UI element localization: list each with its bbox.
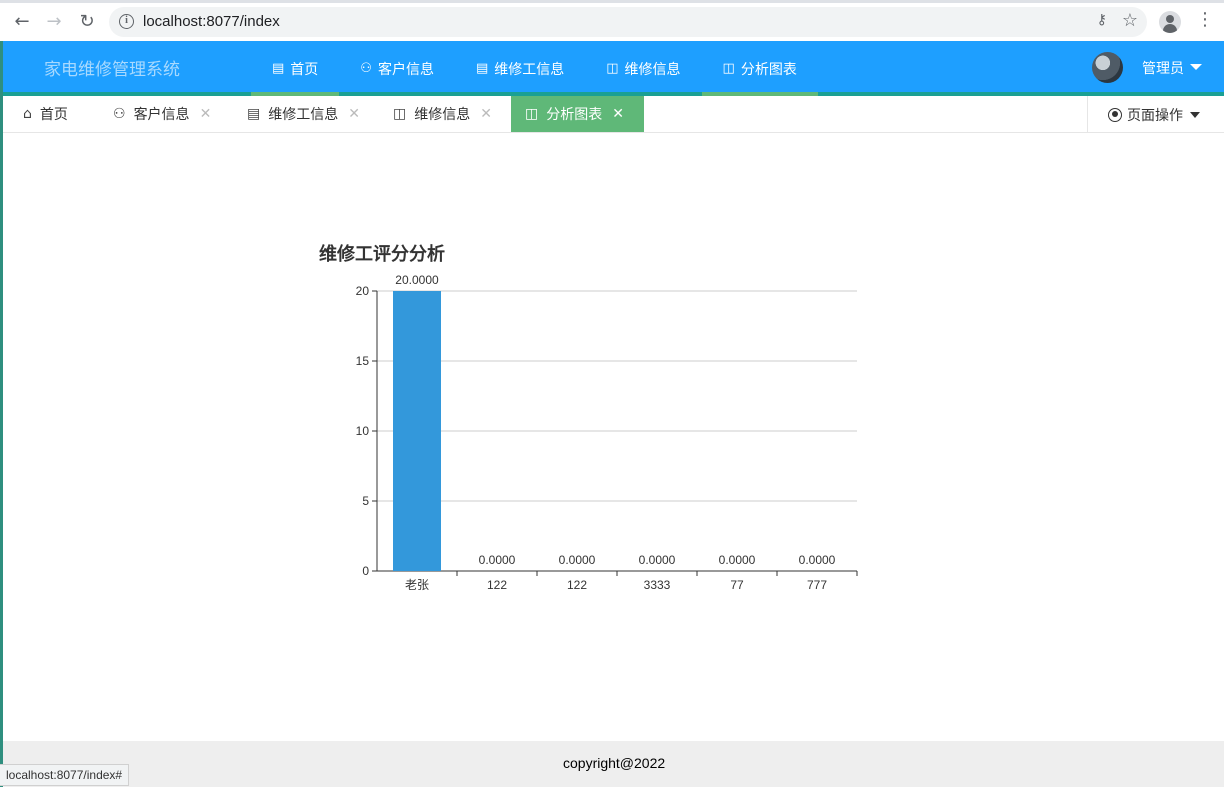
page-ops-button[interactable]: 页面操作 (1087, 96, 1224, 133)
tab-repairs[interactable]: ◫ 维修信息 ✕ (393, 96, 492, 132)
tab-customers[interactable]: ⚇ 客户信息 ✕ (113, 96, 211, 132)
book-icon: ◫ (393, 106, 407, 122)
menu-kebab-icon[interactable]: ⋮ (1196, 9, 1214, 30)
close-icon[interactable]: ✕ (612, 106, 624, 122)
users-icon: ⚇ (360, 61, 372, 76)
data-label: 20.0000 (395, 273, 439, 287)
tab-label: 分析图表 (546, 107, 603, 123)
tab-bar: ⌂ 首页 ⚇ 客户信息 ✕ ▤ 维修工信息 ✕ ◫ 维修信息 ✕ ◫ 分析图表 … (3, 96, 1224, 133)
back-icon[interactable]: ← (10, 9, 34, 33)
clipboard-icon: ▤ (475, 61, 489, 76)
nav-item-repairs[interactable]: ◫ 维修信息 (585, 41, 701, 96)
address-bar[interactable]: i localhost:8077/index ⚷ ☆ (109, 7, 1147, 37)
data-label: 0.0000 (639, 553, 676, 567)
app-header: 家电维修管理系统 ▤ 首页 ⚇ 客户信息 ▤ 维修工信息 ◫ 维修信息 ◫ 分析… (3, 41, 1224, 96)
x-tick-label: 老张 (405, 578, 429, 591)
home-icon: ⌂ (23, 106, 32, 122)
users-icon: ⚇ (113, 106, 126, 122)
key-icon[interactable]: ⚷ (1097, 12, 1107, 28)
data-label: 0.0000 (559, 553, 596, 567)
browser-chrome: ← → ↻ i localhost:8077/index ⚷ ☆ ⋮ (0, 0, 1224, 41)
clipboard-icon: ▤ (272, 61, 285, 76)
data-label: 0.0000 (799, 553, 836, 567)
close-icon[interactable]: ✕ (480, 106, 492, 122)
status-bar-url: localhost:8077/index# (0, 764, 130, 786)
clipboard-icon: ▤ (247, 106, 261, 122)
tab-label: 首页 (39, 107, 68, 123)
tab-technicians[interactable]: ▤ 维修工信息 ✕ (247, 96, 360, 132)
nav-item-label: 分析图表 (740, 61, 797, 78)
y-tick-label: 5 (362, 494, 369, 508)
nav-item-home[interactable]: ▤ 首页 (251, 41, 340, 96)
x-tick-label: 77 (730, 578, 744, 591)
tab-label: 维修工信息 (268, 107, 339, 123)
chevron-down-icon[interactable] (1190, 64, 1202, 70)
user-menu[interactable]: 管理员 (1142, 58, 1184, 78)
nav-item-charts[interactable]: ◫ 分析图表 (701, 41, 819, 96)
x-tick-label: 3333 (644, 578, 671, 591)
nav-item-label: 维修信息 (624, 61, 681, 78)
reload-icon[interactable]: ↻ (75, 9, 99, 33)
nav-item-label: 维修工信息 (494, 61, 565, 78)
tab-charts[interactable]: ◫ 分析图表 ✕ (511, 96, 644, 132)
tab-label: 客户信息 (133, 107, 190, 123)
book-icon: ◫ (722, 61, 735, 76)
target-icon (1108, 107, 1122, 122)
book-icon: ◫ (606, 61, 619, 76)
nav-item-customers[interactable]: ⚇ 客户信息 (339, 41, 455, 96)
y-tick-label: 10 (356, 424, 370, 438)
forward-icon[interactable]: → (42, 9, 66, 33)
info-icon[interactable]: i (119, 14, 134, 29)
chevron-down-icon (1190, 111, 1200, 118)
footer: copyright@2022 (3, 741, 1224, 787)
nav-item-technicians[interactable]: ▤ 维修工信息 (455, 41, 585, 96)
app: 家电维修管理系统 ▤ 首页 ⚇ 客户信息 ▤ 维修工信息 ◫ 维修信息 ◫ 分析… (0, 41, 1224, 787)
data-label: 0.0000 (479, 553, 516, 567)
tab-home[interactable]: ⌂ 首页 (23, 96, 78, 132)
profile-icon[interactable] (1159, 11, 1181, 33)
close-icon[interactable]: ✕ (200, 106, 212, 122)
x-tick-label: 122 (487, 578, 507, 591)
address-url[interactable]: localhost:8077/index (143, 13, 280, 30)
x-tick-label: 777 (807, 578, 827, 591)
y-tick-label: 0 (362, 564, 369, 578)
tab-label: 维修信息 (414, 107, 471, 123)
page-ops-label: 页面操作 (1127, 107, 1183, 124)
bar (393, 291, 441, 571)
avatar[interactable] (1092, 52, 1123, 83)
main-content: 维修工评分分析 0 5 10 15 20 20.0000 老张 0.0000 122 0.0000… (3, 133, 1224, 741)
y-tick-label: 15 (356, 354, 370, 368)
data-label: 0.0000 (719, 553, 756, 567)
nav-item-label: 首页 (290, 61, 319, 78)
copyright-text: copyright@2022 (563, 755, 666, 771)
app-logo[interactable]: 家电维修管理系统 (44, 55, 180, 80)
book-icon: ◫ (525, 106, 539, 122)
star-icon[interactable]: ☆ (1122, 10, 1138, 31)
close-icon[interactable]: ✕ (348, 106, 360, 122)
chart-title: 维修工评分分析 (319, 244, 445, 265)
top-nav: ▤ 首页 ⚇ 客户信息 ▤ 维修工信息 ◫ 维修信息 ◫ 分析图表 (251, 41, 819, 96)
x-tick-label: 122 (567, 578, 587, 591)
nav-item-label: 客户信息 (377, 61, 434, 78)
bar-chart: 0 5 10 15 20 20.0000 老张 0.0000 122 0.0000 122 0.000… (356, 273, 858, 591)
y-tick-label: 20 (356, 284, 370, 298)
